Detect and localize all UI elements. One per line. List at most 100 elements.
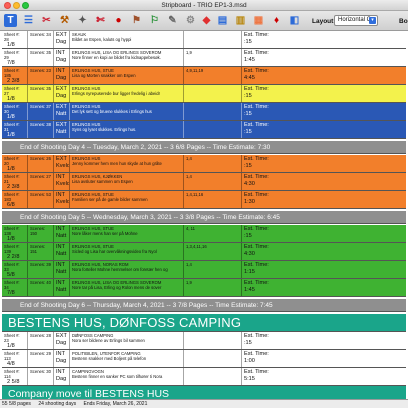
strip-row[interactable]: Sheet #: 1142 5/8 pgsScenes: 30INTDagCAM… (2, 368, 406, 386)
strip-row[interactable]: Sheet #: 335/8 pgsScenes: 39INTNattERLIN… (2, 261, 406, 279)
strip-int-ext: INT (56, 369, 66, 375)
strip-sheet-cell: Sheet #: 297/8 pgs (2, 49, 28, 66)
flag-icon[interactable]: ⚐ (148, 14, 161, 27)
strip-int-ext: EXT (56, 333, 67, 339)
strip-int-ext-cell: INT Natt (54, 279, 70, 296)
strip-description: Lisa og Morten snakker om Espen (72, 73, 136, 78)
strip-description: Lisa avsluter sammen om Espen (72, 179, 133, 184)
strip-row[interactable]: Sheet #: 1836/8 pgsScenes: 53INTKveldERL… (2, 191, 406, 209)
strip-row[interactable]: Sheet #: 281/8 pgsScenes: 34EXTDagSKAUKB… (2, 31, 406, 49)
strip-scenes: Scenes: 23 (28, 67, 54, 84)
layout-select[interactable]: Horizontal C ▾ (334, 15, 378, 26)
scissors-cross-icon[interactable]: ✄ (94, 14, 107, 27)
strip-row[interactable]: Sheet #: 1392 2/8 pgsScenes: 151INTNattE… (2, 243, 406, 261)
strip-time-cell: Est. Time: 1:15 (242, 261, 406, 278)
strip-day-night: Natt (56, 233, 67, 239)
lock-icon[interactable]: ♦ (270, 14, 283, 27)
sheet-icon[interactable]: ▤ (216, 14, 229, 27)
layout-grid-icon[interactable]: ▦ (252, 14, 265, 27)
align-icon[interactable]: ☰ (22, 14, 35, 27)
strip-time-label: Est. Time: (244, 333, 269, 339)
status-days: 24 shooting days (38, 401, 77, 407)
strip-time-cell: Est. Time::15 (242, 155, 406, 172)
bomb-icon[interactable]: ● (112, 14, 125, 27)
strip-int-ext-cell: EXT Dag (54, 85, 70, 102)
strip-row[interactable]: Sheet #: 297/8 pgsScenes: 35INTDagERLING… (2, 49, 406, 67)
strip-sheet-cell: Sheet #: 347/8 pgs (2, 279, 28, 296)
strip-set-cell: DØNFOSS CAMPING Nora ser bildene av Erlin… (70, 332, 184, 349)
strip-int-ext: INT (56, 262, 66, 268)
wand-icon[interactable]: ⚒ (58, 14, 71, 27)
strip-pages: 2 2/8 pgs (7, 254, 20, 260)
strip-int-ext-cell: INT Natt (54, 261, 70, 278)
strip-row[interactable]: Sheet #: 301/8 pgsScenes: 37EXTNattERLIN… (2, 103, 406, 121)
strip-cast (184, 368, 242, 385)
strip-int-ext-cell: EXT Kveld (54, 155, 70, 172)
strip-time-label: Est. Time: (244, 50, 269, 56)
strip-row[interactable]: Sheet #: 231/8 pgsScenes: 28EXTDagDØNFOS… (2, 332, 406, 350)
strip-time-value: :15 (244, 163, 252, 169)
strip-time-cell: Est. Time: 1:45 (242, 49, 406, 66)
strip-set-cell: ERLINGS HUS Syns og lyset slukkes. Erling… (70, 121, 184, 138)
strip-scenes: Scenes: 150 (28, 225, 54, 242)
strip-description: Erlings nyrepuserede bur ligger fredelig… (72, 91, 160, 96)
strip-set-cell: ERLINGS HUS, KJØKKEN Lisa avsluter sammen… (70, 173, 184, 190)
strip-row[interactable]: Sheet #: 1852 3/8 pgsScenes: 23INTDagERL… (2, 67, 406, 85)
strip-description: Familien ser på de gamle bilder sammen (72, 197, 148, 202)
strip-row[interactable]: Sheet #: 311/8 pgsScenes: 38EXTNattERLIN… (2, 121, 406, 139)
boxes-icon[interactable]: ◧ (288, 14, 301, 27)
strip-set-cell: ERLINGS HUS, NORAS ROM Nora forteller Moh… (70, 261, 184, 278)
strip-row[interactable]: Sheet #: 271/8 pgsScenes: 35EXTDagERLING… (2, 85, 406, 103)
strip-sheet-number: Sheet #: 33 (4, 262, 20, 272)
day-break-strip[interactable]: End of Shooting Day 5 -- Wednesday, Marc… (2, 211, 406, 224)
strip-cast (184, 332, 242, 349)
strip-int-ext: EXT (56, 32, 67, 38)
settings-icon[interactable]: ⚙ (184, 14, 197, 27)
strip-time-cell: Est. Time: 4:30 (242, 173, 406, 190)
strip-time-label: Est. Time: (244, 369, 269, 375)
strip-time-value: 4:30 (244, 251, 255, 257)
day-break-strip[interactable]: End of Shooting Day 6 -- Thursday, March… (2, 299, 406, 312)
strip-pages: 1/8 pgs (7, 96, 15, 102)
strip-set-cell: ERLINGS HUS, STUE Lisa og Morten snakker … (70, 67, 184, 84)
strip-sheet-cell: Sheet #: 201/8 pgs (2, 155, 28, 172)
banner-strip[interactable]: BESTENS HUS, DØNFOSS CAMPING (2, 314, 406, 332)
strip-time-value: 1:45 (244, 287, 255, 293)
strip-pages: 1/8 pgs (7, 114, 15, 120)
scissors-icon[interactable]: ✂ (40, 14, 53, 27)
strip-description: Bildet av Espen, kaluts og hyppi (72, 37, 132, 42)
pin-icon[interactable]: ⚑ (130, 14, 143, 27)
strip-set-cell: ERLINGS HUS Erlings nyrepuserede bur ligg… (70, 85, 184, 102)
strip-time-value: :15 (244, 39, 252, 45)
strip-time-label: Est. Time: (244, 86, 269, 92)
strip-time-cell: Est. Time::15 (242, 103, 406, 120)
text-t-icon[interactable]: T (4, 14, 17, 27)
toolbar: T ☰ ✂ ⚒ ✦ ✄ ● ⚑ ⚐ ✎ ⚙ ◆ ▤ ▥ ▦ ♦ ◧ Layout… (0, 11, 408, 31)
tools-icon[interactable]: ✦ (76, 14, 89, 27)
strip-int-ext-cell: EXT Natt (54, 121, 70, 138)
strip-day-night: Dag (56, 75, 67, 81)
strip-sheet-number: Sheet #: 113 (4, 351, 20, 361)
strip-description: Nore tar på Lisa, Erling og Rolon mens d… (72, 285, 162, 290)
book-icon[interactable]: ▥ (234, 14, 247, 27)
strip-day-night: Kveld (56, 163, 70, 169)
strip-row[interactable]: Sheet #: 1134/8 pgsScenes: 29INTDagPOLIT… (2, 350, 406, 368)
strip-day-night: Dag (56, 340, 67, 346)
day-break-strip[interactable]: End of Shooting Day 4 -- Tuesday, March … (2, 141, 406, 154)
strip-day-night: Kveld (56, 199, 70, 205)
banner-strip[interactable]: Company move til BESTENS HUS (2, 386, 406, 399)
strip-sheet-cell: Sheet #: 281/8 pgs (2, 31, 28, 48)
color-icon[interactable]: ◆ (200, 14, 213, 27)
strip-row[interactable]: Sheet #: 347/8 pgsScenes: 40INTNattERLIN… (2, 279, 406, 297)
strip-scenes: Scenes: 29 (28, 350, 54, 367)
strip-row[interactable]: Sheet #: 212 3/8 pgsScenes: 27INTKveldER… (2, 173, 406, 191)
strip-cast: 4,9,11,19 (184, 67, 242, 84)
strip-pages: 2 3/8 pgs (7, 184, 20, 190)
strip-row[interactable]: Sheet #: 201/8 pgsScenes: 26EXTKveldERLI… (2, 155, 406, 173)
strip-sheet-cell: Sheet #: 1142 5/8 pgs (2, 368, 28, 385)
tools-alt-icon[interactable]: ✎ (166, 14, 179, 27)
strip-description: Sicled og Lisa har overvåkningsvideo fra… (72, 249, 157, 254)
strip-row[interactable]: Sheet #: 1381/8 pgsScenes: 150INTNattERL… (2, 225, 406, 243)
strip-day-night: Natt (56, 129, 67, 135)
strip-cast (184, 121, 242, 138)
